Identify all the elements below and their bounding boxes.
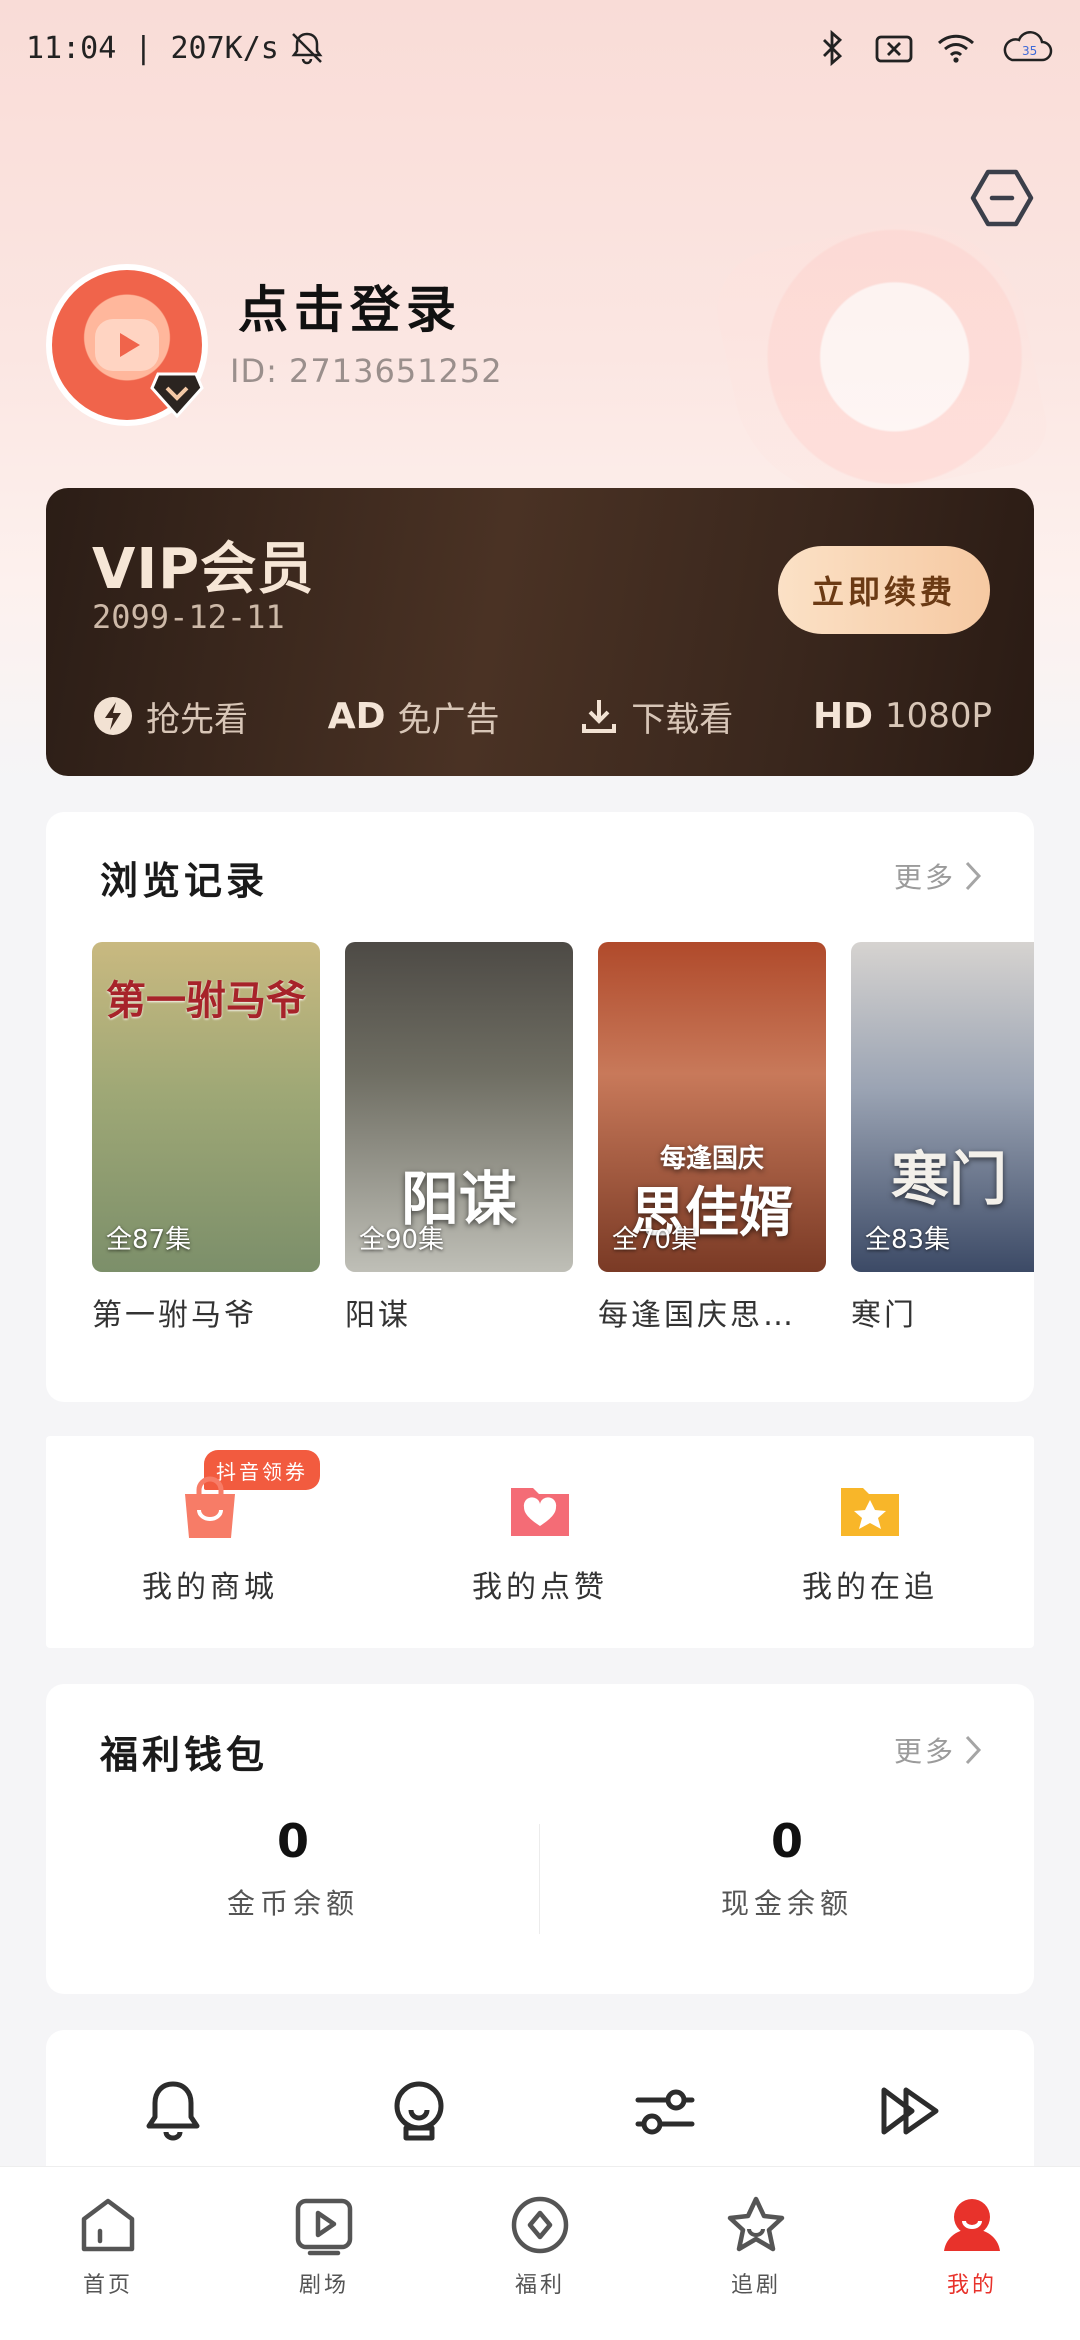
poster-image: 寒门 全83集 [851, 942, 1034, 1272]
status-right: 35 [812, 28, 1054, 68]
episode-count: 全83集 [865, 1225, 951, 1255]
perk-label: 1080P [884, 696, 992, 736]
star-icon [727, 2196, 785, 2252]
poster-name: 寒门 [851, 1298, 917, 1333]
wallet-more-link[interactable]: 更多 [894, 1730, 984, 1770]
perk-download[interactable]: 下载看 [579, 692, 733, 741]
cash-value: 0 [770, 1814, 803, 1868]
cash-label: 现金余额 [720, 1887, 853, 1920]
user-id: ID: 2713651252 [230, 352, 503, 390]
poster-title-art: 第一驸马爷 [106, 978, 306, 1024]
history-card: 浏览记录 更多 第一驸马爷 全87集 第一驸马爷 阳谋 全90集 阳谋 每逢国庆… [46, 812, 1034, 1402]
perk-hd[interactable]: HD 1080P [813, 696, 992, 737]
lightning-icon [94, 697, 132, 735]
poster-image: 第一驸马爷 全87集 [92, 942, 320, 1272]
nav-label: 剧场 [298, 2273, 349, 2298]
bell-icon[interactable] [138, 2076, 208, 2146]
perk-label: 免广告 [397, 699, 500, 740]
poster-name: 每逢国庆思… [598, 1298, 796, 1333]
poster-image: 每逢国庆 思佳婿 全70集 [598, 942, 826, 1272]
download-icon [582, 700, 617, 733]
history-item[interactable]: 阳谋 全90集 阳谋 [345, 942, 573, 1334]
more-label: 更多 [893, 1735, 956, 1768]
shortcut-label: 我的商城 [142, 1570, 278, 1605]
theater-icon [295, 2198, 353, 2256]
episode-count: 全70集 [612, 1225, 698, 1255]
shortcut-label: 我的在追 [802, 1570, 938, 1605]
episode-count: 全87集 [106, 1225, 192, 1255]
perk-label: 抢先看 [146, 699, 248, 740]
poster-image: 阳谋 全90集 [345, 942, 573, 1272]
history-more-link[interactable]: 更多 [894, 856, 984, 896]
perk-badge: AD [327, 695, 386, 737]
coins-label: 金币余额 [226, 1887, 359, 1920]
renew-button[interactable]: 立即续费 [778, 546, 990, 634]
shortcut-following[interactable]: 我的在追 [760, 1476, 980, 1606]
coins-value: 0 [276, 1814, 309, 1868]
login-title[interactable]: 点击登录 [238, 270, 462, 342]
nav-theater[interactable]: 剧场 [264, 2193, 384, 2299]
shortcut-likes[interactable]: 我的点赞 [430, 1476, 650, 1606]
wallet-cash[interactable]: 0 现金余额 [540, 1814, 1034, 1922]
settings-sliders-icon[interactable] [630, 2076, 700, 2146]
history-title: 浏览记录 [100, 859, 269, 903]
bottom-nav: 首页 剧场 福利 追剧 我的 [0, 2166, 1080, 2340]
more-label: 更多 [893, 861, 956, 894]
episode-count: 全90集 [359, 1225, 445, 1255]
vip-perks: 抢先看 AD 免广告 下载看 HD 1080P [92, 686, 992, 746]
status-time-speed: 11:04 | 207K/s [26, 30, 279, 66]
nav-label: 福利 [514, 2273, 565, 2298]
wallet-coins[interactable]: 0 金币余额 [46, 1814, 540, 1922]
battery-level: 35 [1022, 44, 1037, 58]
nav-label: 追剧 [730, 2273, 781, 2298]
status-bar: 11:04 | 207K/s 35 [0, 0, 1080, 96]
star-folder-icon [841, 1488, 899, 1536]
profile-icon [944, 2199, 1000, 2251]
perk-badge: HD [812, 695, 873, 737]
status-left: 11:04 | 207K/s [26, 28, 327, 68]
shortcut-mall[interactable]: 我的商城 [100, 1476, 320, 1606]
vip-expiry-date: 2099-12-11 [92, 598, 285, 636]
vip-title: VIP会员 [92, 537, 315, 602]
wallet-title: 福利钱包 [100, 1733, 269, 1777]
poster-name: 阳谋 [345, 1298, 411, 1333]
perk-label: 下载看 [631, 699, 734, 740]
history-item[interactable]: 寒门 全83集 寒门 [851, 942, 1034, 1334]
headset-icon[interactable] [384, 2076, 454, 2146]
perk-no-ads[interactable]: AD 免广告 [328, 692, 500, 741]
vip-diamond-badge-icon [150, 372, 204, 419]
vip-card[interactable]: VIP会员 2099-12-11 立即续费 抢先看 AD 免广告 下载看 HD … [46, 488, 1034, 776]
home-icon [81, 2198, 135, 2252]
mute-bell-icon [291, 32, 323, 65]
history-list: 第一驸马爷 全87集 第一驸马爷 阳谋 全90集 阳谋 每逢国庆 思佳婿 全70… [92, 942, 1034, 1342]
history-item[interactable]: 第一驸马爷 全87集 第一驸马爷 [92, 942, 320, 1334]
poster-title-art: 寒门 [891, 1145, 1008, 1213]
shopping-bag-icon [185, 1476, 235, 1538]
nav-welfare[interactable]: 福利 [480, 2193, 600, 2299]
nav-following[interactable]: 追剧 [696, 2193, 816, 2299]
poster-name: 第一驸马爷 [92, 1298, 257, 1333]
chevron-right-icon [965, 1735, 982, 1765]
bluetooth-icon [823, 29, 843, 67]
nav-label: 我的 [946, 2273, 997, 2298]
nav-profile[interactable]: 我的 [912, 2193, 1032, 2299]
battery-cloud-icon: 35 [1003, 31, 1053, 62]
history-item[interactable]: 每逢国庆 思佳婿 全70集 每逢国庆思… [598, 942, 826, 1334]
fast-forward-icon[interactable] [876, 2076, 946, 2146]
shortcuts-card: 抖音领券 我的商城 我的点赞 我的在追 [46, 1436, 1034, 1648]
no-sim-icon [875, 35, 913, 63]
chevron-right-icon [965, 861, 982, 891]
heart-folder-icon [511, 1488, 569, 1536]
settings-hexagon-icon[interactable] [970, 168, 1034, 228]
shortcut-label: 我的点赞 [472, 1570, 608, 1605]
nav-home[interactable]: 首页 [48, 2193, 168, 2299]
wallet-card: 福利钱包 更多 0 金币余额 0 现金余额 [46, 1684, 1034, 1994]
wifi-icon [937, 34, 975, 63]
nav-label: 首页 [82, 2273, 133, 2298]
perk-early-access[interactable]: 抢先看 [92, 692, 248, 741]
welfare-icon [511, 2196, 569, 2254]
